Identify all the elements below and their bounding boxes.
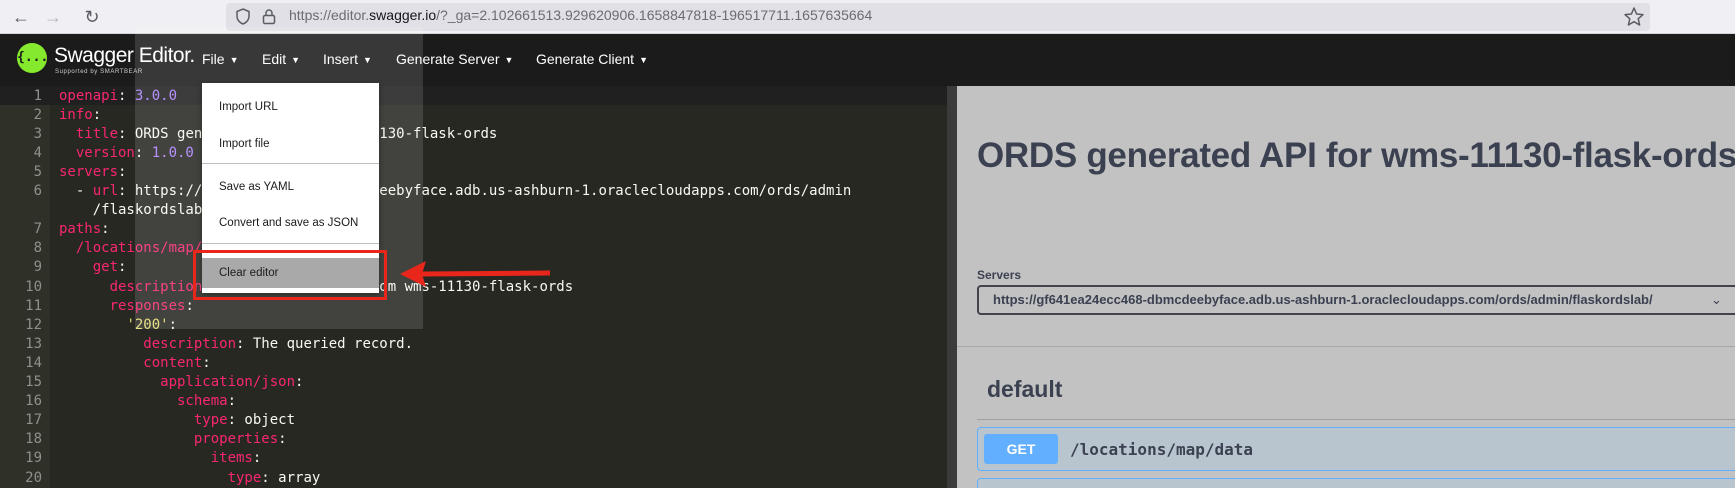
split-pane-divider[interactable] bbox=[947, 86, 957, 488]
line-number: 7 bbox=[33, 221, 42, 238]
swagger-logo-icon: {...} bbox=[17, 43, 56, 73]
caret-down-icon: ▼ bbox=[504, 55, 514, 65]
code-line[interactable]: paths: bbox=[59, 220, 110, 239]
code-line[interactable]: servers: bbox=[59, 163, 126, 182]
menu-label: Generate Client bbox=[536, 51, 635, 67]
api-title: ORDS generated API for wms-11130-flask-o… bbox=[977, 136, 1735, 175]
operation-path: /locations/map/data bbox=[1070, 440, 1254, 459]
forward-arrow-icon[interactable]: → bbox=[40, 4, 66, 30]
code-line[interactable]: application/json: bbox=[59, 373, 303, 392]
reload-icon[interactable]: ↻ bbox=[79, 4, 105, 30]
operation-row[interactable] bbox=[977, 478, 1735, 488]
line-number: 2 bbox=[33, 106, 42, 123]
line-number: 1 bbox=[33, 87, 42, 104]
operation-row[interactable]: GET /locations/map/data bbox=[977, 427, 1735, 471]
menu-separator bbox=[202, 163, 379, 164]
menu-generate-client[interactable]: Generate Client ▼ bbox=[536, 51, 648, 67]
logo-subtitle: Supported by SMARTBEAR bbox=[55, 69, 143, 75]
line-number: 19 bbox=[25, 450, 42, 467]
line-number: 20 bbox=[25, 469, 42, 486]
line-number: 4 bbox=[33, 144, 42, 161]
servers-label: Servers bbox=[977, 268, 1022, 282]
star-icon[interactable] bbox=[1623, 6, 1645, 28]
line-number: 5 bbox=[33, 163, 42, 180]
method-badge: GET bbox=[984, 434, 1058, 464]
line-number: 8 bbox=[33, 240, 42, 257]
code-line[interactable]: content: bbox=[59, 354, 210, 373]
code-line[interactable]: items: bbox=[59, 449, 262, 468]
divider bbox=[957, 346, 1735, 347]
menu-separator bbox=[202, 243, 379, 244]
shield-icon[interactable] bbox=[236, 8, 250, 25]
code-line[interactable]: description: The queried record. bbox=[59, 335, 413, 354]
docs-preview: ORDS generated API for wms-11130-flask-o… bbox=[957, 86, 1735, 488]
divider bbox=[977, 419, 1735, 420]
menu-item-save-yaml[interactable]: Save as YAML bbox=[202, 172, 379, 202]
code-line[interactable]: type: array bbox=[59, 469, 321, 488]
line-number bbox=[0, 201, 42, 220]
line-number: 12 bbox=[25, 316, 42, 333]
menu-item-import-url[interactable]: Import URL bbox=[202, 92, 379, 122]
code-line[interactable]: properties: bbox=[59, 430, 287, 449]
line-number: 14 bbox=[25, 354, 42, 371]
line-number: 6 bbox=[33, 183, 42, 199]
code-line[interactable]: info: bbox=[59, 106, 101, 125]
menu-item-import-file[interactable]: Import file bbox=[202, 129, 379, 159]
code-line[interactable]: get: bbox=[59, 258, 127, 277]
line-number: 15 bbox=[25, 374, 42, 390]
back-arrow-icon[interactable]: ← bbox=[8, 4, 34, 30]
line-number: 9 bbox=[33, 259, 42, 276]
line-number: 17 bbox=[25, 412, 42, 429]
line-number: 13 bbox=[25, 335, 42, 352]
url-text[interactable]: https://editor.swagger.io/?_ga=2.1026615… bbox=[289, 7, 872, 23]
line-number: 11 bbox=[25, 297, 42, 314]
red-arrow-icon bbox=[400, 261, 550, 287]
line-number: 16 bbox=[25, 393, 42, 410]
line-number: 3 bbox=[33, 125, 42, 142]
line-number: 18 bbox=[25, 431, 42, 448]
servers-select[interactable]: https://gf641ea24ecc468-dbmcdeebyface.ad… bbox=[977, 285, 1735, 315]
tag-section-title[interactable]: default bbox=[987, 376, 1062, 403]
menu-item-convert-json[interactable]: Convert and save as JSON bbox=[202, 208, 379, 238]
line-number: 10 bbox=[25, 278, 42, 295]
code-line[interactable]: schema: bbox=[59, 392, 236, 411]
lock-icon[interactable] bbox=[262, 8, 276, 25]
chevron-down-icon[interactable]: ⌄ bbox=[1711, 292, 1722, 308]
code-line[interactable]: type: object bbox=[59, 411, 295, 430]
caret-down-icon: ▼ bbox=[639, 55, 648, 65]
annotation-highlight-box bbox=[193, 250, 387, 300]
